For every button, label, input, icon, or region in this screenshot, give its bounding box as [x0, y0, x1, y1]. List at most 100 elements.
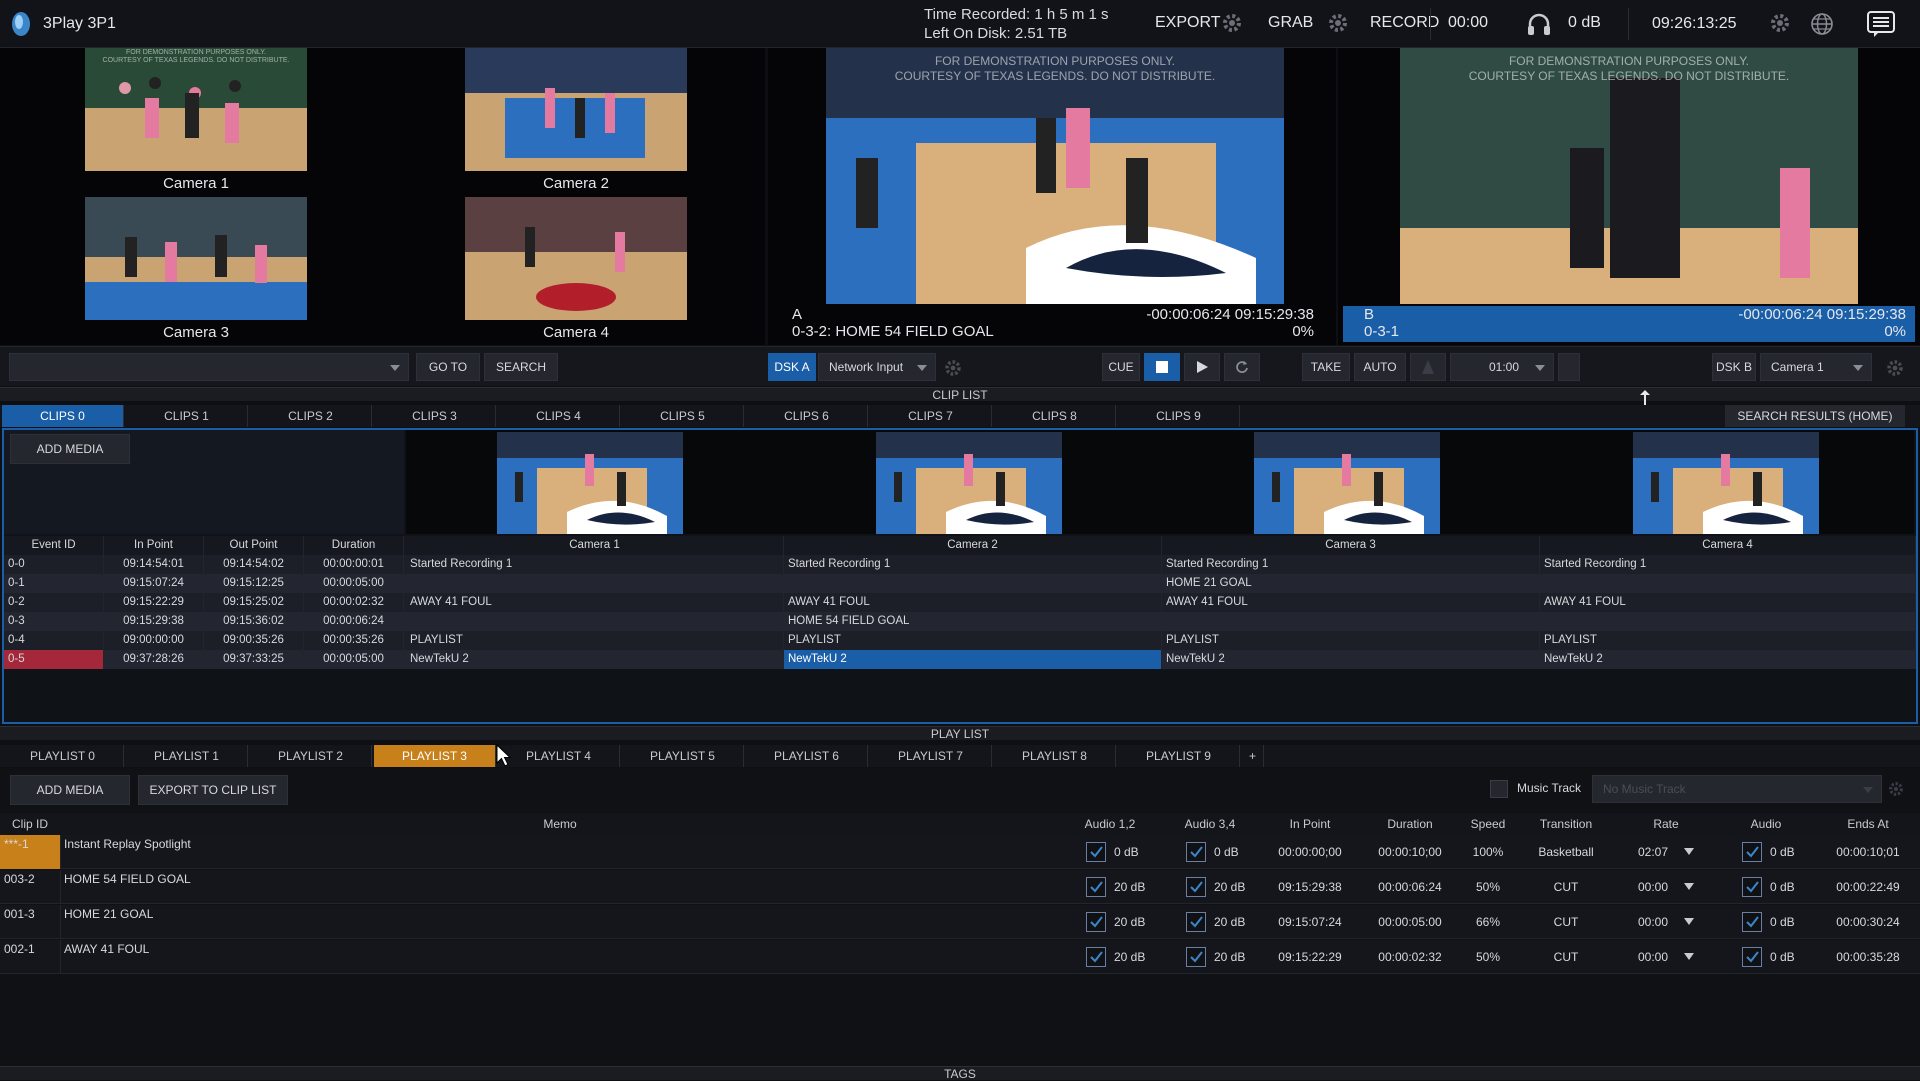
clip-column-header[interactable]: Camera 3	[1162, 536, 1540, 555]
clip-tab-8[interactable]: CLIPS 8	[994, 405, 1116, 427]
audio-enable-checkbox[interactable]	[1742, 842, 1762, 862]
playlist-column-header[interactable]: Rate	[1616, 813, 1716, 835]
playlist-cell-speed[interactable]: 50%	[1460, 870, 1516, 904]
clip-cell-c1[interactable]: NewTekU 2	[406, 650, 784, 669]
audio-enable-checkbox[interactable]	[1086, 947, 1106, 967]
playlist-cell-transition[interactable]: CUT	[1516, 905, 1616, 939]
chevron-down-icon[interactable]	[1684, 953, 1694, 960]
playlist-cell-a12[interactable]: 20 dB	[1060, 940, 1160, 974]
clip-tab-5[interactable]: CLIPS 5	[622, 405, 744, 427]
audio-enable-checkbox[interactable]	[1742, 877, 1762, 897]
take-button[interactable]: TAKE	[1302, 353, 1350, 381]
dsk-b-source-select[interactable]: Camera 1	[1760, 353, 1872, 381]
playlist-cell-rate[interactable]: 00:00	[1616, 940, 1716, 974]
audio-enable-checkbox[interactable]	[1186, 912, 1206, 932]
clip-cell-id[interactable]: 0-2	[4, 593, 104, 612]
playlist-cell-audio[interactable]: 0 dB	[1716, 835, 1816, 869]
clip-cell-id[interactable]: 0-4	[4, 631, 104, 650]
audio-level[interactable]: 20 dB	[1114, 870, 1145, 904]
add-playlist-tab-button[interactable]: +	[1242, 745, 1264, 767]
goto-button[interactable]: GO TO	[416, 353, 480, 381]
playlist-cell-audio[interactable]: 0 dB	[1716, 905, 1816, 939]
settings-gear-icon[interactable]	[1769, 12, 1791, 34]
playlist-cell-speed[interactable]: 50%	[1460, 940, 1516, 974]
playlist-cell-id[interactable]: ***-1	[0, 835, 60, 869]
playlist-tab-9[interactable]: PLAYLIST 9	[1118, 745, 1240, 767]
clip-cell-in[interactable]: 09:15:29:38	[104, 612, 204, 631]
audio-level[interactable]: 0 dB	[1114, 835, 1139, 869]
clip-tab-7[interactable]: CLIPS 7	[870, 405, 992, 427]
rate-value[interactable]: 00:00	[1638, 870, 1668, 904]
playlist-cell-a34[interactable]: 20 dB	[1160, 905, 1260, 939]
rate-value[interactable]: 02:07	[1638, 835, 1668, 869]
clip-cell-id[interactable]: 0-1	[4, 574, 104, 593]
clip-add-media-button-face[interactable]: ADD MEDIA	[10, 434, 130, 464]
export-to-clip-list-button[interactable]: EXPORT TO CLIP LIST	[138, 775, 288, 805]
play-button[interactable]	[1184, 353, 1220, 381]
audio-enable-checkbox[interactable]	[1742, 947, 1762, 967]
clip-row[interactable]: 0-1 09:15:07:24 09:15:12:25 00:00:05:00 HOME…	[4, 574, 1916, 593]
playlist-cell-rate[interactable]: 00:00	[1616, 905, 1716, 939]
playlist-tab-3[interactable]: PLAYLIST 3	[374, 745, 496, 767]
clip-cell-out[interactable]: 09:15:12:25	[204, 574, 304, 593]
playlist-tab-6[interactable]: PLAYLIST 6	[746, 745, 868, 767]
clip-tab-6[interactable]: CLIPS 6	[746, 405, 868, 427]
headphones-icon[interactable]	[1526, 12, 1552, 39]
playlist-cell-id[interactable]: 002-1	[0, 940, 60, 974]
clip-cell-c2[interactable]: PLAYLIST	[784, 631, 1162, 650]
search-results-tab[interactable]: SEARCH RESULTS (HOME)	[1725, 405, 1905, 427]
music-track-select[interactable]: No Music Track	[1592, 775, 1882, 803]
clip-column-header[interactable]: Out Point	[204, 536, 304, 555]
clip-cell-out[interactable]: 09:37:33:25	[204, 650, 304, 669]
audio-level[interactable]: 0 dB	[1770, 905, 1795, 939]
playlist-tab-2[interactable]: PLAYLIST 2	[250, 745, 372, 767]
tags-header[interactable]: TAGS	[0, 1066, 1920, 1081]
volume-level[interactable]: 0 dB	[1568, 14, 1601, 32]
playlist-cell-memo[interactable]: Instant Replay Spotlight	[60, 835, 1060, 869]
playlist-tab-7[interactable]: PLAYLIST 7	[870, 745, 992, 767]
playlist-row[interactable]: ***-1 Instant Replay Spotlight 0 dB 0 dB 00:…	[0, 835, 1920, 869]
clip-tab-2[interactable]: CLIPS 2	[250, 405, 372, 427]
cue-button[interactable]: CUE	[1102, 353, 1140, 381]
clip-cell-c2[interactable]	[784, 574, 1162, 593]
playlist-column-header[interactable]: Ends At	[1816, 813, 1920, 835]
playlist-column-header[interactable]: Duration	[1360, 813, 1460, 835]
clip-cell-dur[interactable]: 00:00:00:01	[304, 555, 404, 574]
audio-enable-checkbox[interactable]	[1186, 947, 1206, 967]
clip-tab-9[interactable]: CLIPS 9	[1118, 405, 1240, 427]
playlist-cell-rate[interactable]: 00:00	[1616, 870, 1716, 904]
clip-cell-in[interactable]: 09:14:54:01	[104, 555, 204, 574]
playlist-tab-1[interactable]: PLAYLIST 1	[126, 745, 248, 767]
clip-cell-c4[interactable]	[1540, 574, 1916, 593]
clip-cell-out[interactable]: 09:15:36:02	[204, 612, 304, 631]
clip-camera-1-thumbnail[interactable]	[497, 432, 683, 534]
clip-camera-2-thumbnail[interactable]	[876, 432, 1062, 534]
program-a-monitor[interactable]: FOR DEMONSTRATION PURPOSES ONLY. COURTESY…	[768, 48, 1336, 345]
clip-cell-c1[interactable]	[406, 574, 784, 593]
stop-button[interactable]	[1144, 353, 1180, 381]
clip-cell-id[interactable]: 0-5	[4, 650, 104, 669]
clip-row[interactable]: 0-0 09:14:54:01 09:14:54:02 00:00:00:01 Star…	[4, 555, 1916, 574]
playlist-cell-dur[interactable]: 00:00:02:32	[1360, 940, 1460, 974]
clip-cell-c3[interactable]: AWAY 41 FOUL	[1162, 593, 1540, 612]
playlist-tab-0[interactable]: PLAYLIST 0	[2, 745, 124, 767]
audio-enable-checkbox[interactable]	[1742, 912, 1762, 932]
dsk-b-button[interactable]: DSK B	[1712, 353, 1756, 381]
audio-level[interactable]: 20 dB	[1114, 905, 1145, 939]
playlist-column-header[interactable]: Memo	[60, 813, 1060, 835]
clip-cell-c2[interactable]: NewTekU 2	[784, 650, 1162, 669]
music-track-gear-icon[interactable]	[1888, 781, 1904, 800]
clip-cell-in[interactable]: 09:15:22:29	[104, 593, 204, 612]
playlist-add-media-button[interactable]: ADD MEDIA	[10, 775, 130, 805]
playlist-cell-transition[interactable]: CUT	[1516, 870, 1616, 904]
clip-tab-0[interactable]: CLIPS 0	[2, 405, 124, 427]
auto-button[interactable]: AUTO	[1354, 353, 1406, 381]
clip-column-header[interactable]: In Point	[104, 536, 204, 555]
clip-cell-c3[interactable]	[1162, 612, 1540, 631]
chevron-down-icon[interactable]	[1684, 918, 1694, 925]
camera-4-thumbnail[interactable]	[465, 197, 687, 320]
audio-enable-checkbox[interactable]	[1086, 877, 1106, 897]
playlist-cell-ends[interactable]: 00:00:35:28	[1816, 940, 1920, 974]
playlist-cell-in[interactable]: 09:15:29:38	[1260, 870, 1360, 904]
clip-cell-c2[interactable]: AWAY 41 FOUL	[784, 593, 1162, 612]
